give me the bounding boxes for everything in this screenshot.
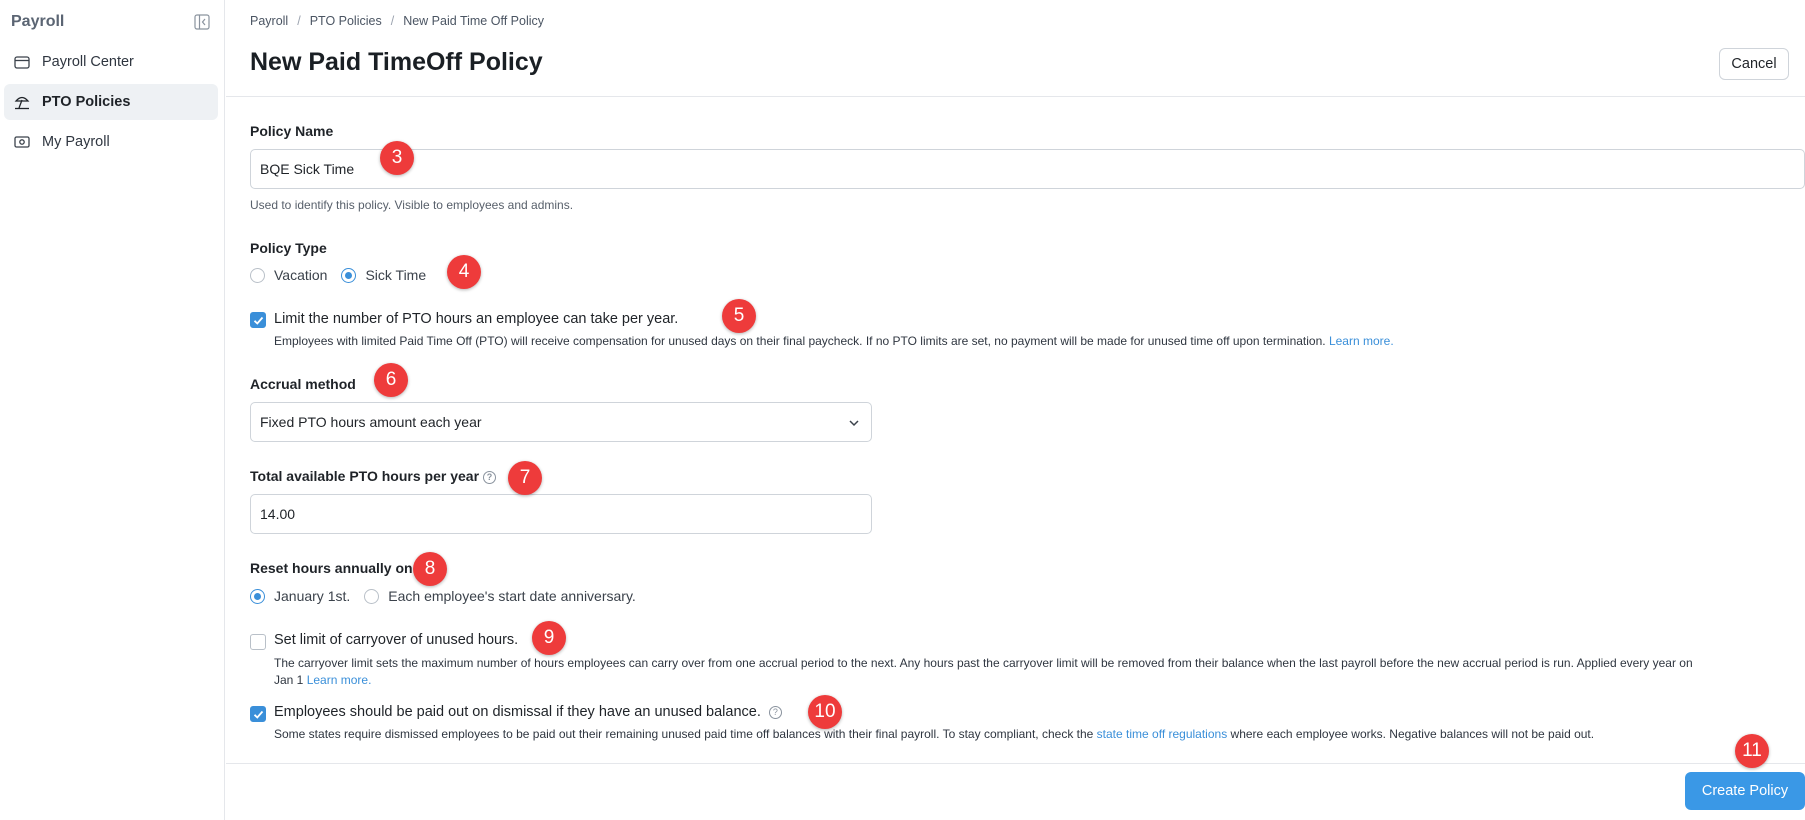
reset-option-january[interactable]: January 1st.	[250, 588, 350, 604]
sidebar-item-pto-policies[interactable]: PTO Policies	[4, 84, 218, 120]
radio-button-selected[interactable]	[250, 588, 265, 604]
check-icon	[253, 316, 264, 325]
sidebar-item-label: PTO Policies	[42, 94, 131, 110]
learn-more-link[interactable]: Learn more.	[1329, 334, 1394, 348]
breadcrumb-payroll[interactable]: Payroll	[250, 14, 288, 28]
policy-name-help: Used to identify this policy. Visible to…	[250, 198, 574, 212]
annotation-marker: 10	[808, 695, 842, 729]
limit-hours-label: Limit the number of PTO hours an employe…	[274, 311, 679, 327]
carryover-checkbox[interactable]	[250, 634, 266, 650]
radio-button[interactable]	[364, 588, 380, 604]
radio-button[interactable]	[250, 267, 265, 283]
check-icon	[253, 710, 264, 719]
total-hours-label-text: Total available PTO hours per year	[250, 468, 480, 484]
radio-label: Sick Time	[365, 267, 427, 283]
annotation-marker: 11	[1735, 734, 1769, 768]
payout-label: Employees should be paid out on dismissa…	[274, 704, 782, 720]
policy-type-option-vacation[interactable]: Vacation	[250, 267, 327, 283]
breadcrumb-pto-policies[interactable]: PTO Policies	[310, 14, 382, 28]
accrual-method-select[interactable]: Fixed PTO hours amount each year	[250, 402, 872, 442]
carryover-label: Set limit of carryover of unused hours.	[274, 632, 519, 648]
reset-option-anniversary[interactable]: Each employee's start date anniversary.	[364, 588, 636, 604]
annotation-marker: 8	[413, 552, 447, 586]
footer-divider	[226, 763, 1805, 764]
breadcrumb-separator: /	[390, 14, 395, 28]
radio-button-selected[interactable]	[341, 267, 357, 283]
reset-hours-radio-group: January 1st. Each employee's start date …	[250, 588, 650, 604]
accrual-method-label: Accrual method	[250, 376, 356, 392]
carryover-description: The carryover limit sets the maximum num…	[274, 655, 1794, 689]
payout-desc-text: Some states require dismissed employees …	[274, 727, 1094, 741]
wallet-icon	[12, 53, 32, 71]
beach-umbrella-icon	[12, 93, 32, 111]
sidebar-item-label: My Payroll	[42, 134, 110, 150]
payout-description: Some states require dismissed employees …	[274, 726, 1594, 743]
breadcrumb-separator: /	[297, 14, 301, 28]
radio-label: January 1st.	[274, 588, 351, 604]
carryover-desc-text: The carryover limit sets the maximum num…	[274, 656, 1693, 670]
create-policy-button[interactable]: Create Policy	[1685, 772, 1805, 810]
payout-label-text: Employees should be paid out on dismissa…	[274, 704, 761, 720]
sidebar-item-payroll-center[interactable]: Payroll Center	[4, 44, 218, 80]
sidebar-title: Payroll	[11, 13, 65, 30]
sidebar-header: Payroll	[11, 13, 210, 33]
policy-type-radio-group: Vacation Sick Time	[250, 267, 440, 283]
breadcrumb-current: New Paid Time Off Policy	[403, 14, 544, 28]
cancel-button[interactable]: Cancel	[1719, 48, 1789, 80]
breadcrumb: Payroll / PTO Policies / New Paid Time O…	[250, 14, 544, 28]
annotation-marker: 4	[447, 255, 481, 289]
collapse-sidebar-icon[interactable]	[194, 14, 210, 30]
carryover-desc-date: Jan 1	[274, 673, 304, 687]
policy-name-label: Policy Name	[250, 123, 334, 139]
annotation-marker: 7	[508, 461, 542, 495]
policy-name-input[interactable]: BQE Sick Time	[250, 149, 1805, 189]
chevron-down-icon	[847, 416, 861, 430]
total-hours-label: Total available PTO hours per year?	[250, 468, 497, 484]
annotation-marker: 5	[722, 299, 756, 333]
cash-icon	[12, 133, 32, 151]
accrual-method-value: Fixed PTO hours amount each year	[260, 414, 482, 430]
limit-hours-desc-text: Employees with limited Paid Time Off (PT…	[274, 334, 1326, 348]
sidebar: Payroll Payroll Center PTO Policies My P…	[0, 0, 225, 820]
policy-type-option-sick-time[interactable]: Sick Time	[341, 267, 426, 283]
sidebar-item-label: Payroll Center	[42, 54, 134, 70]
payout-checkbox[interactable]	[250, 706, 266, 722]
main-content: Payroll / PTO Policies / New Paid Time O…	[226, 0, 1805, 820]
sidebar-item-my-payroll[interactable]: My Payroll	[4, 124, 218, 160]
payout-desc-text-end: where each employee works. Negative bala…	[1230, 727, 1595, 741]
help-icon[interactable]: ?	[768, 706, 782, 719]
limit-hours-description: Employees with limited Paid Time Off (PT…	[274, 333, 1394, 350]
total-hours-value: 14.00	[260, 506, 296, 522]
annotation-marker: 6	[374, 363, 408, 397]
total-hours-input[interactable]: 14.00	[250, 494, 872, 534]
header-divider	[226, 96, 1805, 97]
page-title: New Paid TimeOff Policy	[250, 48, 543, 76]
radio-label: Each employee's start date anniversary.	[388, 588, 636, 604]
help-icon[interactable]: ?	[483, 471, 497, 484]
state-regulations-link[interactable]: state time off regulations	[1097, 727, 1228, 741]
policy-name-value: BQE Sick Time	[260, 161, 355, 177]
learn-more-link[interactable]: Learn more.	[307, 673, 372, 687]
annotation-marker: 3	[380, 141, 414, 175]
annotation-marker: 9	[532, 621, 566, 655]
policy-type-label: Policy Type	[250, 240, 327, 256]
reset-hours-label: Reset hours annually on	[250, 560, 413, 576]
radio-label: Vacation	[274, 267, 328, 283]
app-window: Payroll Payroll Center PTO Policies My P…	[0, 0, 1805, 820]
limit-hours-checkbox[interactable]	[250, 312, 266, 328]
